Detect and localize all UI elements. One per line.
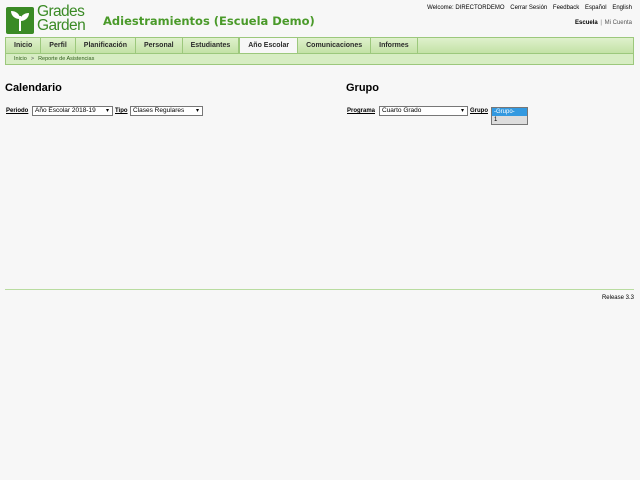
group-heading: Grupo	[346, 82, 379, 94]
nav-estudiantes[interactable]: Estudiantes	[183, 38, 240, 53]
breadcrumb-separator: >	[30, 56, 35, 62]
english-link[interactable]: English	[612, 5, 632, 11]
type-value: Clases Regulares	[133, 107, 185, 114]
breadcrumb: Inicio > Reporte de Asistencias	[5, 53, 634, 65]
period-value: Año Escolar 2018-19	[35, 107, 96, 114]
program-select[interactable]: Cuarto Grado ▾	[379, 106, 468, 116]
chevron-down-icon: ▾	[195, 108, 199, 114]
account-links: Escuela | Mi Cuenta	[575, 20, 632, 26]
nav-informes[interactable]: Informes	[371, 38, 418, 53]
program-label: Programa	[347, 108, 376, 114]
leaf-logo-icon	[6, 7, 34, 34]
nav-ano-escolar[interactable]: Año Escolar	[239, 38, 299, 53]
breadcrumb-current: Reporte de Asistencias	[38, 56, 95, 62]
top-links: Welcome: DIRECTORDEMO Cerrar Sesión Feed…	[423, 5, 632, 11]
school-title: Adiestramientos (Escuela Demo)	[103, 14, 315, 28]
period-select[interactable]: Año Escolar 2018-19 ▾	[32, 106, 113, 116]
welcome-text: Welcome: DIRECTORDEMO	[427, 5, 505, 11]
nav-planificacion[interactable]: Planificación	[76, 38, 136, 53]
breadcrumb-home[interactable]: Inicio	[14, 56, 27, 62]
nav-comunicaciones[interactable]: Comunicaciones	[298, 38, 372, 53]
chevron-down-icon: ▾	[460, 108, 464, 114]
program-value: Cuarto Grado	[382, 107, 422, 114]
footer-divider	[5, 289, 634, 290]
type-select[interactable]: Clases Regulares ▾	[130, 106, 203, 116]
nav-personal[interactable]: Personal	[136, 38, 183, 53]
nav-inicio[interactable]: Inicio	[6, 38, 42, 53]
account-separator: |	[600, 20, 602, 26]
feedback-link[interactable]: Feedback	[553, 5, 579, 11]
school-link[interactable]: Escuela	[575, 20, 598, 26]
spanish-link[interactable]: Español	[585, 5, 607, 11]
period-label: Periodo	[6, 108, 29, 114]
nav-perfil[interactable]: Perfil	[41, 38, 76, 53]
group-select[interactable]: -Grupo- 1	[491, 107, 528, 125]
group-option-default[interactable]: -Grupo-	[492, 108, 527, 116]
type-label: Tipo	[115, 108, 128, 114]
main-nav: Inicio Perfil Planificación Personal Est…	[5, 37, 634, 53]
logo-wordmark: Grades Garden	[37, 3, 86, 34]
group-option-1[interactable]: 1	[492, 116, 527, 124]
group-label: Grupo	[470, 108, 488, 114]
calendar-heading: Calendario	[5, 82, 62, 94]
grades-garden-logo[interactable]: Grades Garden	[6, 3, 94, 35]
my-account-link[interactable]: Mi Cuenta	[605, 20, 632, 26]
chevron-down-icon: ▾	[105, 108, 109, 114]
logout-link[interactable]: Cerrar Sesión	[510, 5, 547, 11]
release-label: Release 3.3	[601, 295, 634, 301]
